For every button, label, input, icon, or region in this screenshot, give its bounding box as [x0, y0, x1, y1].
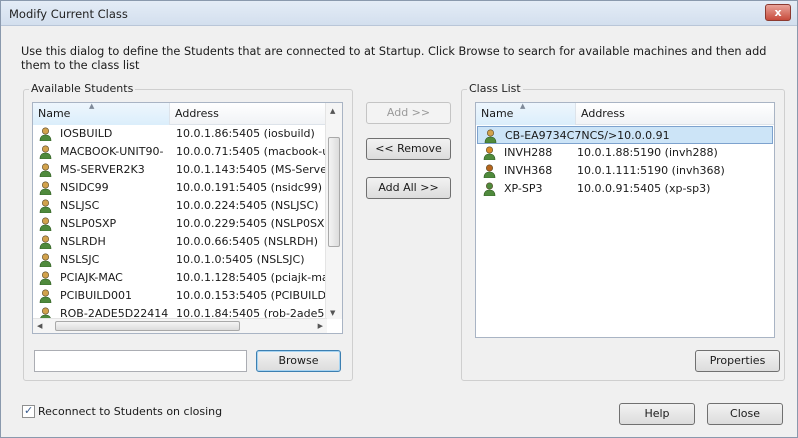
student-address: 10.0.0.66:5405 (NSLRDH): [176, 235, 318, 248]
student-icon: [483, 146, 496, 161]
student-address: 10.0.1.128:5405 (pciajk-mac: [176, 271, 335, 284]
list-item[interactable]: PCIAJK-MAC 10.0.1.128:5405 (pciajk-mac: [33, 269, 335, 287]
properties-button[interactable]: Properties: [695, 350, 780, 372]
scroll-left-arrow-icon[interactable]: ◀: [37, 322, 42, 330]
student-address: 10.0.1.86:5405 (iosbuild): [176, 127, 315, 140]
student-name: NSLRDH: [60, 235, 106, 248]
horizontal-scroll-thumb[interactable]: [55, 321, 241, 331]
student-name: NSLJSC: [60, 199, 100, 212]
student-name: MS-SERVER2K3: [60, 163, 145, 176]
list-item[interactable]: INVH368 10.0.1.111:5190 (invh368): [477, 162, 773, 180]
available-students-label: Available Students: [29, 82, 136, 95]
student-name: INVH288: [504, 146, 553, 159]
available-students-list[interactable]: ▲ Name Address IOSBUILD 10.0.1.86:5405 (i…: [32, 102, 343, 334]
column-header-name[interactable]: ▲ Name: [33, 103, 170, 125]
list-item[interactable]: MS-SERVER2K3 10.0.1.143:5405 (MS-Server: [33, 161, 331, 179]
column-header-address[interactable]: Address: [576, 103, 774, 125]
student-icon: [39, 181, 52, 196]
student-name: CB-EA9734C7NCS/>10.0.0.91: [505, 129, 670, 142]
check-mark-icon: ✓: [24, 404, 34, 417]
student-address: 10.0.0.153:5405 (PCIBUILDC: [176, 289, 334, 302]
student-name: PCIBUILD001: [60, 289, 132, 302]
student-name: PCIAJK-MAC: [60, 271, 123, 284]
scroll-right-arrow-icon[interactable]: ▶: [318, 322, 323, 330]
list-item[interactable]: XP-SP3 10.0.0.91:5405 (xp-sp3): [477, 180, 773, 198]
browse-button[interactable]: Browse: [256, 350, 341, 372]
reconnect-checkbox[interactable]: ✓: [22, 404, 35, 418]
reconnect-label[interactable]: Reconnect to Students on closing: [38, 405, 222, 418]
student-name: IOSBUILD: [60, 127, 113, 140]
scroll-down-arrow-icon[interactable]: ▼: [330, 309, 335, 317]
student-name: NSIDC99: [60, 181, 109, 194]
list-item[interactable]: PCIBUILD001 10.0.0.153:5405 (PCIBUILDC: [33, 287, 334, 305]
student-icon: [39, 289, 52, 304]
student-icon: [39, 217, 52, 232]
student-icon: [39, 199, 52, 214]
column-header-name[interactable]: ▲ Name: [476, 103, 576, 125]
student-address: 10.0.1.0:5405 (NSLSJC): [176, 253, 305, 266]
student-icon: [483, 182, 496, 197]
student-icon: [39, 235, 52, 250]
list-item[interactable]: NSLSJC 10.0.1.0:5405 (NSLSJC): [33, 251, 327, 269]
sort-up-icon: ▲: [89, 102, 95, 110]
student-name: NSLSJC: [60, 253, 100, 266]
window-close-button[interactable]: x: [765, 4, 791, 21]
title-bar[interactable]: Modify Current Class x: [1, 1, 797, 26]
student-icon: [483, 164, 496, 179]
class-list-header: ▲ Name Address: [476, 103, 774, 125]
student-address: 10.0.0.224:5405 (NSLJSC): [176, 199, 319, 212]
list-item[interactable]: MACBOOK-UNIT90- 10.0.0.71:5405 (macbook-u…: [33, 143, 332, 161]
student-address: 10.0.0.191:5405 (nsidc99): [176, 181, 323, 194]
vertical-scroll-thumb[interactable]: [328, 136, 340, 247]
student-icon: [39, 145, 52, 160]
student-icon: [39, 271, 52, 286]
list-item[interactable]: NSLRDH 10.0.0.66:5405 (NSLRDH): [33, 233, 327, 251]
student-address: 10.0.0.229:5405 (NSLP0SXF: [176, 217, 331, 230]
add-button[interactable]: Add >>: [366, 102, 451, 124]
student-address: 10.0.0.71:5405 (macbook-ui: [176, 145, 333, 158]
student-address: 10.0.1.143:5405 (MS-Server: [176, 163, 332, 176]
student-address: 10.0.0.91:5405 (xp-sp3): [577, 182, 711, 195]
available-horizontal-scrollbar[interactable]: ◀ ▶: [33, 318, 327, 333]
browse-input[interactable]: [34, 350, 247, 372]
list-item[interactable]: NSIDC99 10.0.0.191:5405 (nsidc99): [33, 179, 327, 197]
student-name: INVH368: [504, 164, 553, 177]
student-address: 10.0.1.111:5190 (invh368): [577, 164, 725, 177]
student-name: XP-SP3: [504, 182, 543, 195]
close-button[interactable]: Close: [707, 403, 783, 425]
help-button[interactable]: Help: [619, 403, 695, 425]
student-icon: [39, 163, 52, 178]
window-title: Modify Current Class: [9, 7, 128, 21]
available-vertical-scrollbar[interactable]: ▲ ▼: [325, 103, 342, 319]
student-name: MACBOOK-UNIT90-: [60, 145, 164, 158]
remove-button[interactable]: << Remove: [366, 138, 451, 160]
student-icon: [39, 253, 52, 268]
class-list-view[interactable]: ▲ Name Address CB-EA9734C7NCS/>10.0.0.91…: [475, 102, 775, 338]
list-item[interactable]: NSLJSC 10.0.0.224:5405 (NSLJSC): [33, 197, 327, 215]
list-item[interactable]: INVH288 10.0.1.88:5190 (invh288): [477, 144, 773, 162]
sort-up-icon: ▲: [520, 102, 526, 110]
student-name: NSLP0SXP: [60, 217, 117, 230]
student-icon: [39, 127, 52, 142]
student-icon: [484, 129, 497, 144]
list-item[interactable]: NSLP0SXP 10.0.0.229:5405 (NSLP0SXF: [33, 215, 331, 233]
modify-class-dialog: Modify Current Class x Use this dialog t…: [0, 0, 798, 438]
list-item[interactable]: CB-EA9734C7NCS/>10.0.0.91: [477, 126, 773, 144]
available-list-header: ▲ Name Address: [33, 103, 342, 125]
list-item[interactable]: IOSBUILD 10.0.1.86:5405 (iosbuild): [33, 125, 327, 143]
student-address: 10.0.1.88:5190 (invh288): [577, 146, 718, 159]
dialog-description: Use this dialog to define the Students t…: [21, 45, 767, 72]
add-all-button[interactable]: Add All >>: [366, 177, 451, 199]
scroll-up-arrow-icon[interactable]: ▲: [330, 107, 335, 115]
column-header-address[interactable]: Address: [170, 103, 327, 125]
class-list-label: Class List: [467, 82, 523, 95]
